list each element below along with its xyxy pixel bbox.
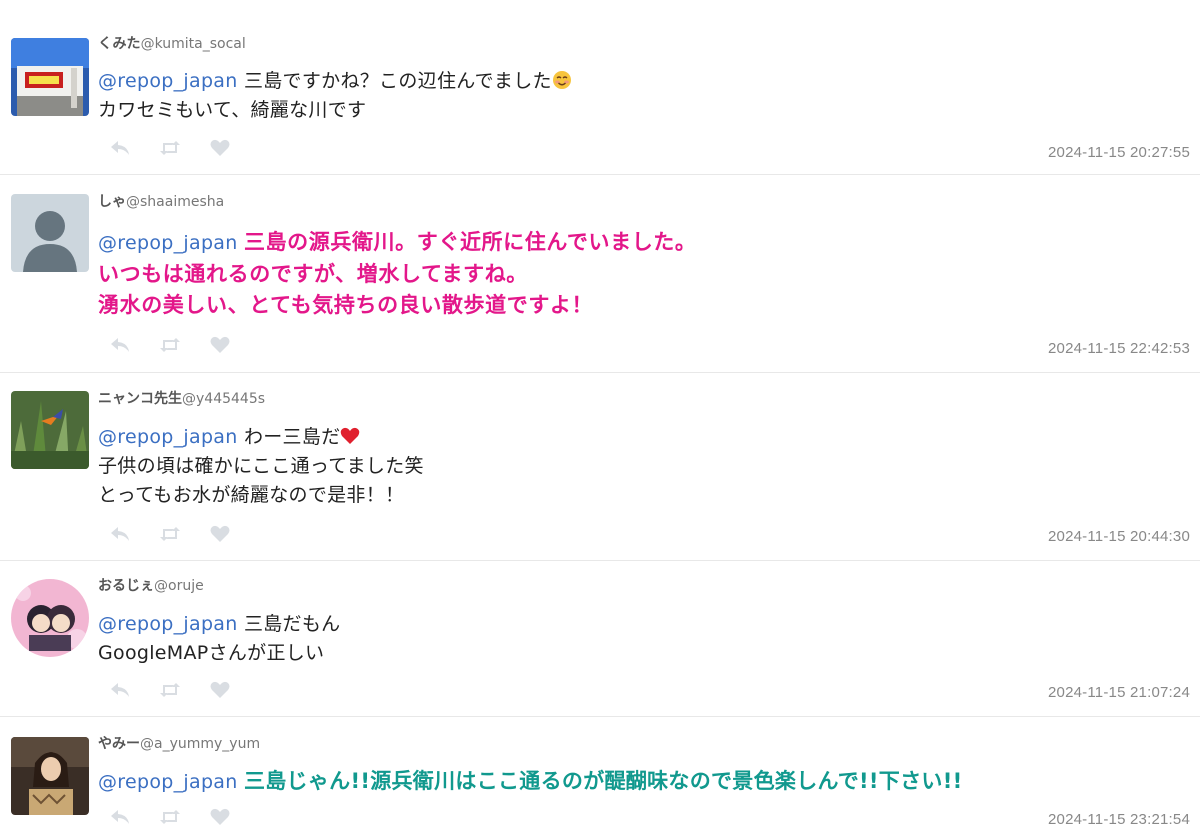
- tweet-line: 三島じゃん!!源兵衛川はここ通るのが醍醐味なので景色楽しんで!!下さい!!: [243, 769, 963, 793]
- tweet-item: しゃ@shaaimesha @repop_japan 三島の源兵衛川。すぐ近所に…: [0, 175, 1200, 373]
- tweet-line: いつもは通れるのですが、増水してますね。: [98, 262, 528, 286]
- tweet-item: やみー@a_yummy_yum @repop_japan 三島じゃん!!源兵衛川…: [0, 717, 1200, 839]
- mention-link[interactable]: @repop_japan: [98, 426, 238, 448]
- reply-button[interactable]: [108, 137, 132, 159]
- heart-icon: [210, 681, 230, 698]
- display-name[interactable]: ニャンコ先生: [98, 391, 182, 407]
- retweet-icon: [160, 527, 180, 541]
- timestamp[interactable]: 2024-11-15 22:42:53: [1048, 340, 1190, 357]
- reply-button[interactable]: [108, 806, 132, 828]
- tweet-header: くみた@kumita_socal: [98, 35, 246, 53]
- tweet-header: やみー@a_yummy_yum: [98, 735, 260, 753]
- tweet-line: 三島だもん: [243, 613, 341, 635]
- retweet-button[interactable]: [158, 137, 182, 159]
- reply-button[interactable]: [108, 523, 132, 545]
- tweet-item: くみた@kumita_socal @repop_japan 三島ですかね？この辺…: [0, 0, 1200, 175]
- reply-icon: [111, 683, 129, 697]
- reply-icon: [111, 338, 129, 352]
- heart-icon: [210, 808, 230, 825]
- tweet-actions: [108, 678, 232, 702]
- tweet-line: 湧水の美しい、とても気持ちの良い散歩道ですよ！: [98, 293, 594, 317]
- heart-icon: [210, 139, 230, 156]
- retweet-icon: [160, 810, 180, 824]
- like-button[interactable]: [208, 806, 232, 828]
- retweet-button[interactable]: [158, 679, 182, 701]
- timestamp[interactable]: 2024-11-15 21:07:24: [1048, 684, 1190, 701]
- tweet-line: GoogleMAPさんが正しい: [98, 642, 325, 664]
- retweet-icon: [160, 141, 180, 155]
- reply-button[interactable]: [108, 334, 132, 356]
- like-button[interactable]: [208, 679, 232, 701]
- heart-icon: [210, 336, 230, 353]
- tweet-actions: [108, 333, 232, 357]
- user-handle[interactable]: @shaaimesha: [126, 194, 224, 210]
- display-name[interactable]: やみー: [98, 736, 140, 752]
- timestamp[interactable]: 2024-11-15 23:21:54: [1048, 811, 1190, 828]
- retweet-button[interactable]: [158, 523, 182, 545]
- mention-link[interactable]: @repop_japan: [98, 70, 238, 92]
- tweet-item: おるじぇ@oruje @repop_japan 三島だもん GoogleMAPさ…: [0, 561, 1200, 717]
- retweet-button[interactable]: [158, 334, 182, 356]
- tweet-actions: [108, 805, 232, 829]
- tweet-actions: [108, 522, 232, 546]
- tweet-text: @repop_japan わー三島だ 子供の頃は確かにここ通ってました笑 とって…: [98, 423, 424, 510]
- user-handle[interactable]: @y445445s: [182, 391, 265, 407]
- mention-link[interactable]: @repop_japan: [98, 771, 238, 793]
- reply-icon: [111, 527, 129, 541]
- like-button[interactable]: [208, 137, 232, 159]
- tweet-line: わー三島だ: [243, 426, 341, 448]
- reply-feed: くみた@kumita_socal @repop_japan 三島ですかね？この辺…: [0, 0, 1200, 839]
- like-button[interactable]: [208, 523, 232, 545]
- tweet-header: おるじぇ@oruje: [98, 577, 204, 595]
- display-name[interactable]: おるじぇ: [98, 578, 154, 594]
- tweet-line: 三島ですかね？この辺住んでました: [243, 70, 552, 92]
- display-name[interactable]: くみた: [98, 36, 141, 52]
- tweet-text: @repop_japan 三島だもん GoogleMAPさんが正しい: [98, 610, 340, 668]
- avatar[interactable]: [11, 194, 89, 272]
- tweet-line: カワセミもいて、綺麗な川です: [98, 99, 367, 121]
- like-button[interactable]: [208, 334, 232, 356]
- mention-link[interactable]: @repop_japan: [98, 613, 238, 635]
- avatar[interactable]: [11, 579, 89, 657]
- reply-icon: [111, 141, 129, 155]
- timestamp[interactable]: 2024-11-15 20:27:55: [1048, 144, 1190, 161]
- display-name[interactable]: しゃ: [98, 194, 126, 210]
- avatar[interactable]: [11, 391, 89, 469]
- tweet-header: しゃ@shaaimesha: [98, 193, 224, 211]
- tweet-header: ニャンコ先生@y445445s: [98, 390, 265, 408]
- red-heart-emoji: [340, 426, 360, 446]
- user-handle[interactable]: @kumita_socal: [141, 36, 246, 52]
- tweet-actions: [108, 136, 232, 160]
- heart-icon: [210, 525, 230, 542]
- retweet-icon: [160, 338, 180, 352]
- retweet-button[interactable]: [158, 806, 182, 828]
- timestamp[interactable]: 2024-11-15 20:44:30: [1048, 528, 1190, 545]
- tweet-text: @repop_japan 三島じゃん!!源兵衛川はここ通るのが醍醐味なので景色楽…: [98, 767, 962, 797]
- tweet-line: 三島の源兵衛川。すぐ近所に住んでいました。: [243, 230, 697, 254]
- user-handle[interactable]: @oruje: [154, 578, 204, 594]
- tweet-text: @repop_japan 三島ですかね？この辺住んでました カワセミもいて、綺麗…: [98, 67, 572, 125]
- smiling-blush-emoji: [552, 70, 572, 90]
- tweet-item: ニャンコ先生@y445445s @repop_japan わー三島だ 子供の頃は…: [0, 373, 1200, 561]
- reply-button[interactable]: [108, 679, 132, 701]
- tweet-text: @repop_japan 三島の源兵衛川。すぐ近所に住んでいました。 いつもは通…: [98, 227, 697, 321]
- mention-link[interactable]: @repop_japan: [98, 232, 238, 254]
- avatar[interactable]: [11, 38, 89, 116]
- tweet-line: とってもお水が綺麗なので是非！！: [98, 484, 405, 506]
- user-handle[interactable]: @a_yummy_yum: [140, 736, 260, 752]
- retweet-icon: [160, 683, 180, 697]
- reply-icon: [111, 810, 129, 824]
- tweet-line: 子供の頃は確かにここ通ってました笑: [98, 455, 424, 477]
- avatar[interactable]: [11, 737, 89, 815]
